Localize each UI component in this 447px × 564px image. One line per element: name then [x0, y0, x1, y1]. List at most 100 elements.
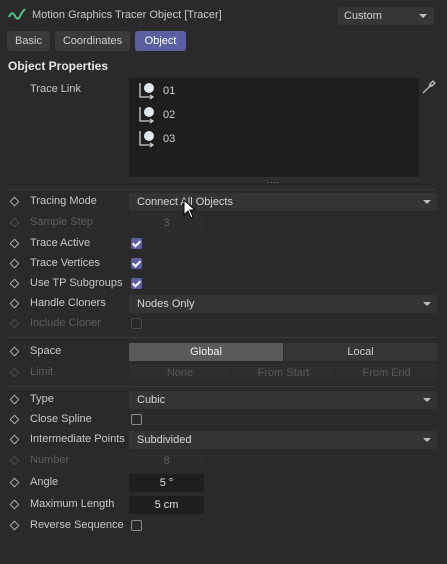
param-maximum-length: Maximum Length 5 cm: [0, 495, 447, 515]
trace-link-list[interactable]: 01 02 03 ....: [129, 78, 419, 185]
use-tp-subgroups-checkbox[interactable]: [131, 278, 142, 289]
param-angle: Angle 5 °: [0, 473, 447, 493]
keyframe-icon[interactable]: [9, 434, 20, 445]
maximum-length-label: Maximum Length: [30, 498, 115, 510]
keyframe-icon[interactable]: [9, 298, 20, 309]
keyframe-icon[interactable]: [9, 258, 20, 269]
list-item-label: 01: [163, 85, 176, 97]
param-trace-vertices: Trace Vertices: [0, 254, 447, 274]
keyframe-icon: [9, 455, 20, 466]
keyframe-icon[interactable]: [9, 499, 20, 510]
param-number: Number 8: [0, 451, 447, 471]
param-include-cloner: Include Cloner: [0, 314, 447, 334]
object-title: Motion Graphics Tracer Object [Tracer]: [32, 9, 222, 21]
intermediate-points-dropdown[interactable]: Subdivided: [129, 431, 437, 449]
tab-object[interactable]: Object: [135, 31, 186, 51]
limit-label: Limit: [30, 366, 54, 378]
tracer-logo-icon: [8, 8, 26, 20]
param-reverse-sequence: Reverse Sequence: [0, 516, 447, 536]
param-limit: Limit None From Start From End: [0, 363, 447, 383]
grip-dots: ....: [267, 176, 280, 185]
keyframe-icon[interactable]: [9, 238, 20, 249]
chevron-down-icon: [423, 302, 431, 306]
keyframe-icon[interactable]: [9, 477, 20, 488]
tracing-mode-dropdown[interactable]: Connect All Objects: [129, 193, 437, 211]
keyframe-icon: [9, 367, 20, 378]
limit-none-button: None: [129, 364, 231, 382]
type-dropdown[interactable]: Cubic: [129, 391, 437, 409]
tracing-mode-label: Tracing Mode: [30, 195, 97, 207]
type-label: Type: [30, 393, 54, 405]
list-item[interactable]: 03: [135, 128, 215, 150]
chevron-down-icon: [423, 398, 431, 402]
handle-cloners-value: Nodes Only: [137, 298, 195, 310]
trace-active-label: Trace Active: [30, 237, 91, 249]
chevron-down-icon: [423, 200, 431, 204]
chevron-down-icon: [423, 438, 431, 442]
keyframe-icon[interactable]: [9, 414, 20, 425]
object-icon: [139, 131, 155, 148]
keyframe-icon[interactable]: [9, 346, 20, 357]
tab-coordinates[interactable]: Coordinates: [55, 31, 130, 51]
handle-cloners-label: Handle Cloners: [30, 297, 106, 309]
trace-link-label: Trace Link: [30, 83, 81, 95]
include-cloner-label: Include Cloner: [30, 317, 101, 329]
reverse-sequence-checkbox[interactable]: [131, 520, 142, 531]
space-local-button[interactable]: Local: [284, 343, 437, 361]
divider: [8, 386, 436, 387]
tab-basic[interactable]: Basic: [7, 31, 50, 51]
preset-dropdown[interactable]: Custom: [338, 7, 434, 25]
intermediate-points-value: Subdivided: [137, 434, 192, 446]
list-resize-handle[interactable]: ....: [129, 176, 419, 185]
maximum-length-field[interactable]: 5 cm: [129, 496, 204, 514]
keyframe-icon: [9, 217, 20, 228]
keyframe-icon[interactable]: [9, 196, 20, 207]
number-field: 8: [129, 452, 204, 470]
keyframe-icon[interactable]: [9, 278, 20, 289]
keyframe-icon: [9, 318, 20, 329]
close-spline-label: Close Spline: [30, 413, 92, 425]
eyedropper-icon[interactable]: [422, 80, 436, 94]
sample-step-label: Sample Step: [30, 216, 93, 228]
keyframe-icon[interactable]: [9, 520, 20, 531]
divider: [8, 337, 436, 338]
trace-vertices-checkbox[interactable]: [131, 258, 142, 269]
limit-from-end-button: From End: [336, 364, 437, 382]
include-cloner-checkbox: [131, 318, 142, 329]
attribute-header: Motion Graphics Tracer Object [Tracer] C…: [0, 0, 447, 30]
trace-vertices-label: Trace Vertices: [30, 257, 100, 269]
list-item-label: 02: [163, 109, 176, 121]
limit-from-start-button: From Start: [232, 364, 335, 382]
list-item[interactable]: 01: [135, 80, 215, 102]
preset-label: Custom: [344, 10, 382, 22]
chevron-down-icon: [419, 14, 427, 18]
param-tracing-mode: Tracing Mode Connect All Objects: [0, 192, 447, 212]
divider: [8, 189, 436, 190]
use-tp-subgroups-label: Use TP Subgroups: [30, 277, 123, 289]
type-value: Cubic: [137, 394, 166, 406]
object-icon: [139, 83, 155, 100]
list-item[interactable]: 02: [135, 104, 215, 126]
close-spline-checkbox[interactable]: [131, 414, 142, 425]
param-intermediate-points: Intermediate Points Subdivided: [0, 430, 447, 450]
param-handle-cloners: Handle Cloners Nodes Only: [0, 294, 447, 314]
angle-label: Angle: [30, 476, 59, 488]
angle-field[interactable]: 5 °: [129, 474, 204, 492]
param-close-spline: Close Spline: [0, 410, 447, 430]
intermediate-points-label: Intermediate Points: [30, 433, 125, 445]
param-use-tp-subgroups: Use TP Subgroups: [0, 274, 447, 294]
list-item-label: 03: [163, 133, 176, 145]
reverse-sequence-label: Reverse Sequence: [30, 519, 124, 531]
trace-active-checkbox[interactable]: [131, 238, 142, 249]
number-label: Number: [30, 454, 70, 466]
handle-cloners-dropdown[interactable]: Nodes Only: [129, 295, 437, 313]
mouse-cursor-icon: [183, 199, 197, 219]
keyframe-icon[interactable]: [9, 394, 20, 405]
space-global-button[interactable]: Global: [129, 343, 283, 361]
param-trace-active: Trace Active: [0, 234, 447, 254]
space-label: Space: [30, 345, 62, 357]
param-type: Type Cubic: [0, 390, 447, 410]
section-title: Object Properties: [8, 59, 109, 73]
param-sample-step: Sample Step 3: [0, 213, 447, 233]
object-icon: [139, 107, 155, 124]
